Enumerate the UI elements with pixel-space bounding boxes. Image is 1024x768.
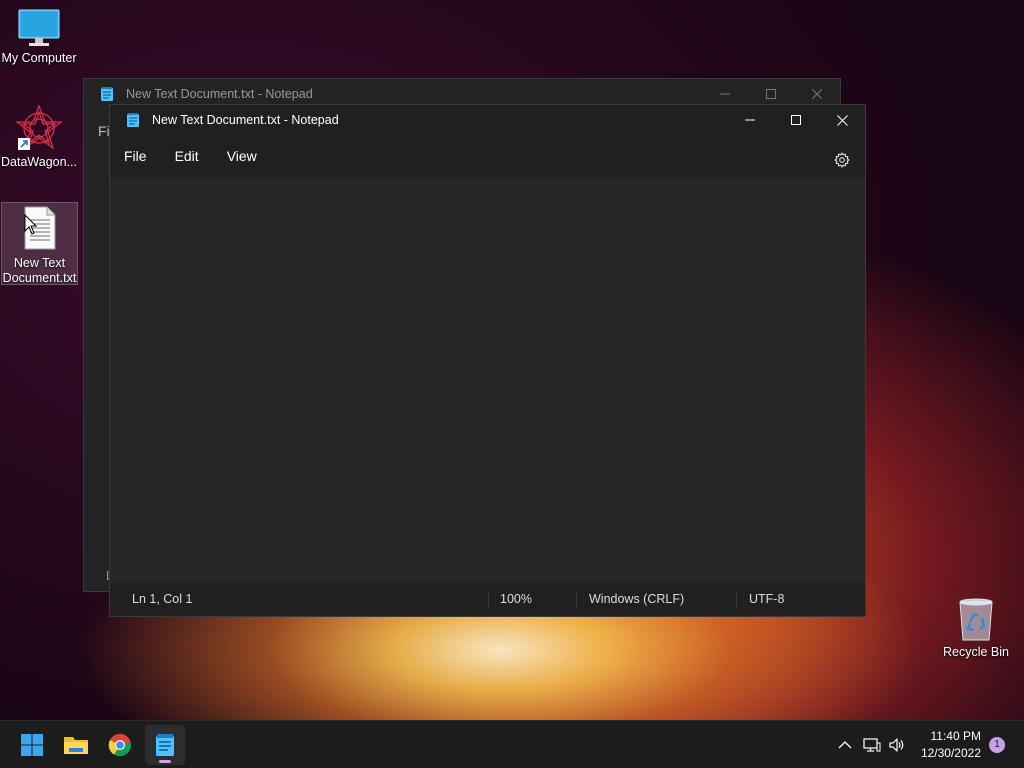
status-separator <box>576 592 577 608</box>
datawagon-app-icon <box>15 104 63 150</box>
chevron-up-icon <box>838 741 852 749</box>
title-bar[interactable]: New Text Document.txt - Notepad <box>110 105 865 135</box>
status-line-ending[interactable]: Windows (CRLF) <box>589 583 684 616</box>
window-title: New Text Document.txt - Notepad <box>152 113 339 127</box>
window-title: New Text Document.txt - Notepad <box>126 87 313 101</box>
menu-bar: File Edit View <box>110 135 865 177</box>
minimize-button[interactable] <box>727 105 773 135</box>
gear-icon <box>834 152 850 168</box>
chrome-button[interactable] <box>100 725 140 765</box>
desktop-icon-new-text-document[interactable]: New Text Document.txt <box>1 202 78 285</box>
folder-icon <box>64 737 88 754</box>
desktop-icon-label: My Computer <box>1 51 77 65</box>
notification-badge[interactable]: 1 <box>989 737 1005 753</box>
maximize-icon <box>791 115 801 125</box>
show-hidden-icons-button[interactable] <box>834 721 856 768</box>
status-cursor-position: Ln 1, Col 1 <box>132 592 193 606</box>
close-icon <box>836 114 848 126</box>
network-icon <box>863 738 881 752</box>
maximize-icon <box>766 89 776 99</box>
clock[interactable]: 11:40 PM 12/30/2022 <box>921 728 981 762</box>
desktop-icon-label: New Text Document.txt <box>2 256 77 285</box>
start-button[interactable] <box>12 725 52 765</box>
notepad-taskbar-button[interactable] <box>145 725 185 765</box>
monitor-icon <box>18 9 60 46</box>
status-zoom[interactable]: 100% <box>500 583 532 616</box>
mouse-cursor-icon <box>24 214 38 235</box>
speaker-icon <box>889 738 904 752</box>
taskbar: 11:40 PM 12/30/2022 1 <box>0 720 1024 768</box>
clock-date: 12/30/2022 <box>920 746 981 760</box>
menu-file[interactable]: File <box>114 142 157 170</box>
status-separator <box>488 592 489 608</box>
menu-view[interactable]: View <box>217 142 267 170</box>
notepad-icon <box>101 87 113 101</box>
maximize-button[interactable] <box>773 105 819 135</box>
settings-button[interactable] <box>831 149 853 171</box>
close-button[interactable] <box>819 105 865 135</box>
desktop-icon-recycle-bin[interactable]: Recycle Bin <box>937 596 1015 660</box>
windows-logo-icon <box>21 734 43 756</box>
notepad-window[interactable]: New Text Document.txt - Notepad File Edi… <box>109 104 866 617</box>
text-editor-area[interactable] <box>110 177 865 583</box>
file-explorer-button[interactable] <box>56 725 96 765</box>
status-separator <box>736 592 737 608</box>
menu-edit[interactable]: Edit <box>165 142 209 170</box>
volume-button[interactable] <box>886 721 908 768</box>
desktop-icon-datawagon[interactable]: DataWagon... <box>0 104 78 170</box>
chrome-icon <box>108 733 132 757</box>
status-bar: Ln 1, Col 1 100% Windows (CRLF) UTF-8 <box>110 583 865 616</box>
notepad-icon <box>156 734 174 756</box>
active-indicator <box>159 760 171 763</box>
minimize-icon <box>745 119 755 121</box>
close-icon <box>812 89 822 99</box>
network-button[interactable] <box>861 721 883 768</box>
desktop-icon-label: Recycle Bin <box>943 645 1009 659</box>
minimize-icon <box>720 93 730 95</box>
recycle-bin-icon <box>959 598 993 641</box>
desktop-icon-my-computer[interactable]: My Computer <box>0 8 78 66</box>
status-encoding[interactable]: UTF-8 <box>749 583 784 616</box>
clock-time: 11:40 PM <box>930 729 981 743</box>
notepad-icon <box>127 113 139 127</box>
desktop-icon-label: DataWagon... <box>1 155 77 169</box>
